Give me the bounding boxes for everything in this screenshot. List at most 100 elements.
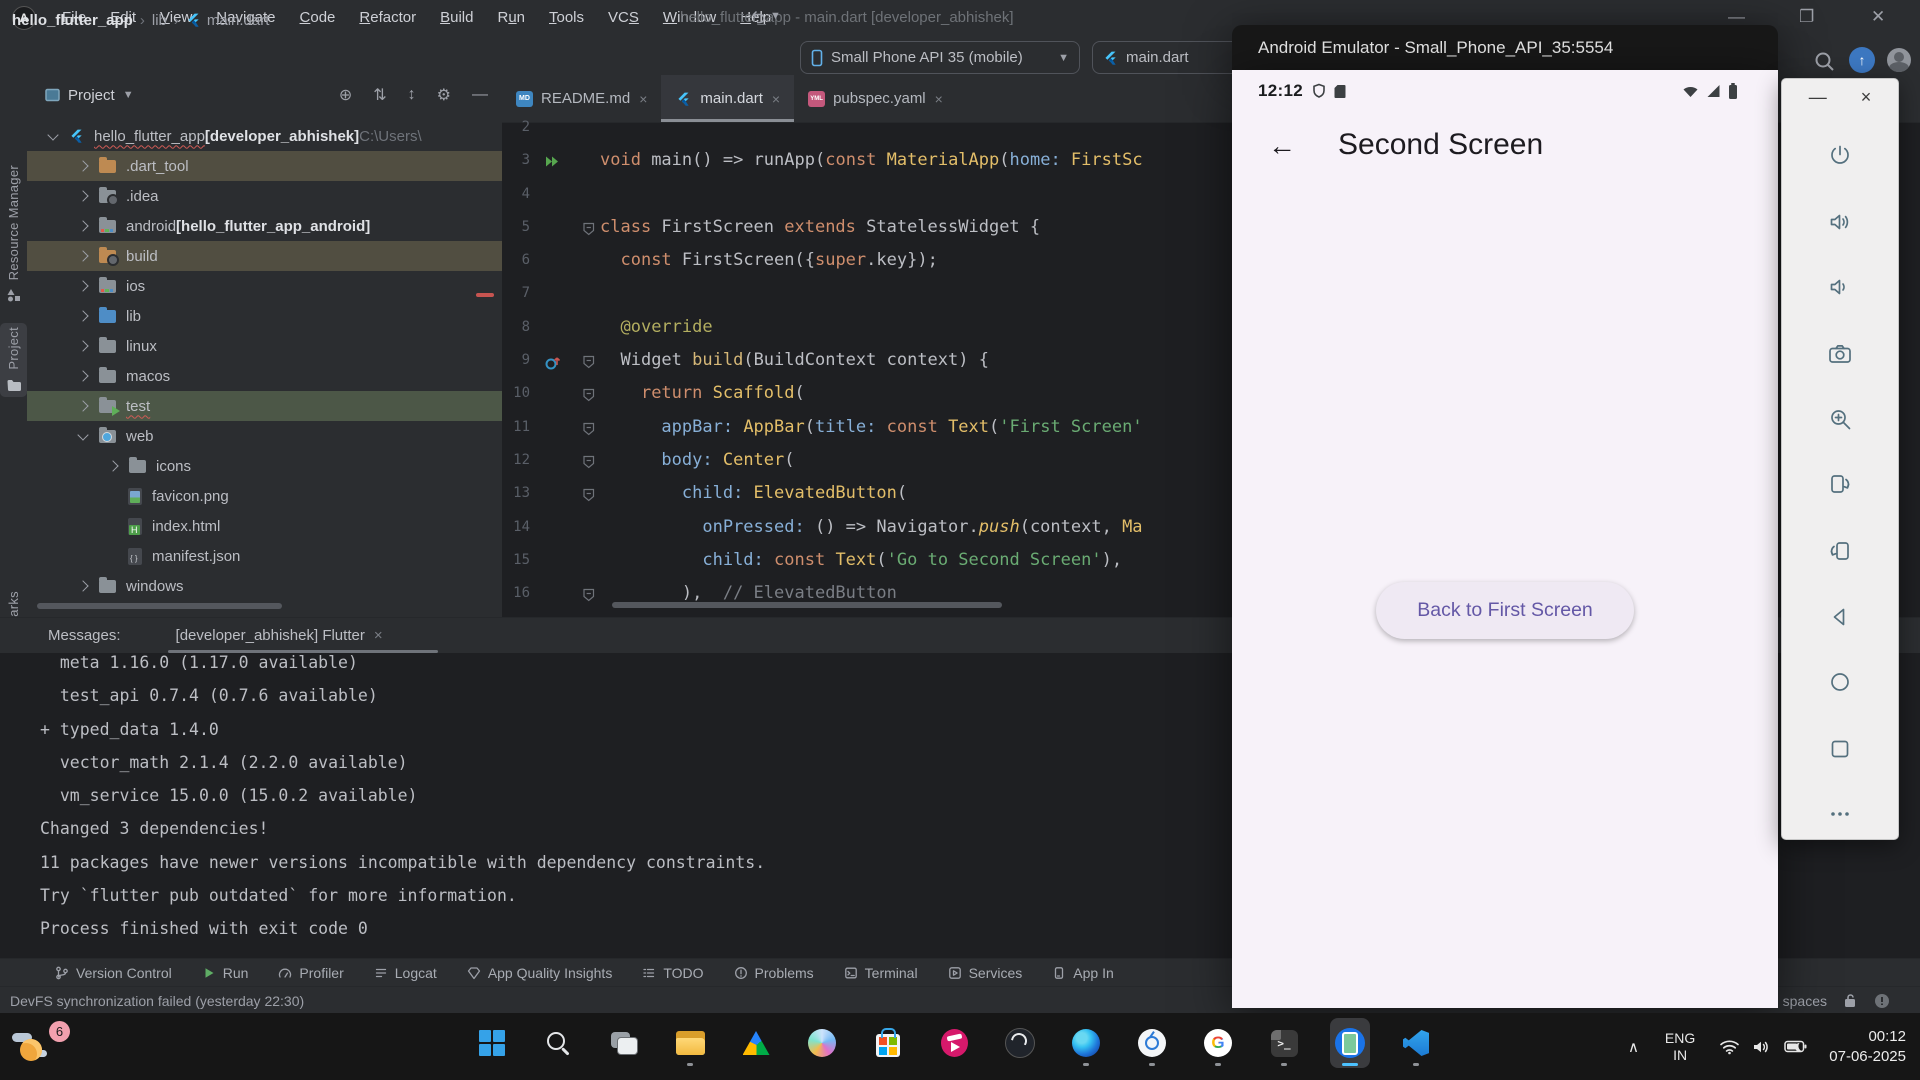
tool-window-services[interactable]: Services <box>948 965 1022 981</box>
tree-item-build[interactable]: build <box>27 241 502 271</box>
volume-tray-icon[interactable] <box>1752 1039 1772 1055</box>
power-icon[interactable] <box>1827 143 1853 169</box>
tool-window-app-in[interactable]: App In <box>1052 965 1114 981</box>
chevron-right-icon[interactable] <box>77 190 89 202</box>
tree-item-ios[interactable]: ios <box>27 271 502 301</box>
taskbar-start[interactable] <box>472 1018 512 1068</box>
taskbar-file-explorer[interactable] <box>670 1018 710 1068</box>
tree-item-icons[interactable]: icons <box>27 451 502 481</box>
chevron-right-icon[interactable] <box>77 280 89 292</box>
taskbar-widgets-button[interactable]: 6 <box>12 1021 70 1073</box>
menu-refactor[interactable]: Refactor <box>347 9 428 26</box>
taskbar-clipchamp[interactable] <box>934 1018 974 1068</box>
hidden-icons-chevron[interactable]: ∧ <box>1628 1038 1639 1056</box>
zoom-in-icon[interactable] <box>1827 406 1853 432</box>
taskbar-search[interactable] <box>538 1018 578 1068</box>
tree-item-lib[interactable]: lib <box>27 301 502 331</box>
menu-vcs[interactable]: VCS <box>596 9 651 26</box>
taskbar-copilot[interactable] <box>802 1018 842 1068</box>
project-panel-title[interactable]: Project <box>68 87 115 104</box>
tree-item-macos[interactable]: macos <box>27 361 502 391</box>
sidebar-item-project[interactable]: Project <box>0 323 27 397</box>
taskbar-obs-studio[interactable] <box>1000 1018 1040 1068</box>
sidebar-item-resource-manager[interactable]: Resource Manager <box>0 161 27 307</box>
taskbar-edge[interactable] <box>1066 1018 1106 1068</box>
tool-window-app-quality-insights[interactable]: App Quality Insights <box>467 965 612 981</box>
tree-item-test[interactable]: test <box>27 391 502 421</box>
taskbar-microsoft-store[interactable] <box>868 1018 908 1068</box>
chevron-right-icon[interactable] <box>77 340 89 352</box>
breadcrumb-hello_flutter_app[interactable]: hello_flutter_app <box>12 12 133 29</box>
settings-gear-icon[interactable]: ⚙ <box>437 85 451 105</box>
taskbar-google-chrome[interactable]: G <box>1198 1018 1238 1068</box>
locate-file-icon[interactable]: ⊕ <box>339 85 352 105</box>
taskbar-task-view[interactable] <box>604 1018 644 1068</box>
chevron-right-icon[interactable] <box>107 460 119 472</box>
tree-item-hello_flutter_app[interactable]: hello_flutter_app [developer_abhishek] C… <box>27 121 502 151</box>
menu-tools[interactable]: Tools <box>537 9 596 26</box>
collapse-all-icon[interactable]: ↕ <box>408 86 416 104</box>
fold-icon[interactable] <box>583 355 595 369</box>
taskbar-google-drive[interactable] <box>736 1018 776 1068</box>
back-to-first-screen-button[interactable]: Back to First Screen <box>1376 582 1634 639</box>
tool-window-logcat[interactable]: Logcat <box>374 965 437 981</box>
taskbar-vscode[interactable] <box>1396 1018 1436 1068</box>
fold-icon[interactable] <box>583 422 595 436</box>
wifi-tray-icon[interactable] <box>1719 1038 1740 1055</box>
close-tab-icon[interactable]: × <box>639 91 647 107</box>
toolbar-history-dropdown[interactable]: ▼ <box>750 8 781 24</box>
clock[interactable]: 00:12 07-06-2025 <box>1829 1027 1906 1067</box>
menu-code[interactable]: Code <box>288 9 348 26</box>
chevron-right-icon[interactable] <box>77 160 89 172</box>
tool-window-todo[interactable]: TODO <box>642 965 704 981</box>
tool-window-version-control[interactable]: Version Control <box>55 965 172 981</box>
tool-window-run[interactable]: Run <box>202 965 248 981</box>
override-icon[interactable] <box>544 354 562 371</box>
close-tab-icon[interactable]: × <box>772 91 780 107</box>
emulator-phone-screen[interactable]: 12:12 ← Second Screen Back to First Scre… <box>1232 70 1778 1008</box>
tree-item-index.html[interactable]: index.html <box>27 511 502 541</box>
camera-icon[interactable] <box>1827 341 1853 367</box>
rotate-right-icon[interactable] <box>1827 538 1853 564</box>
overview-icon[interactable] <box>1827 736 1853 762</box>
tree-item-web[interactable]: web <box>27 421 502 451</box>
tree-item-manifest.json[interactable]: manifest.json <box>27 541 502 571</box>
run-line-icon[interactable] <box>544 154 561 169</box>
emulator-minimize-button[interactable]: — <box>1809 87 1827 108</box>
home-icon[interactable] <box>1827 669 1853 695</box>
emulator-title-bar[interactable]: Android Emulator - Small_Phone_API_35:55… <box>1232 25 1778 70</box>
chevron-right-icon[interactable] <box>77 310 89 322</box>
expand-all-icon[interactable]: ⇅ <box>373 85 386 105</box>
battery-tray-icon[interactable] <box>1784 1039 1807 1054</box>
chevron-right-icon[interactable] <box>77 370 89 382</box>
back-arrow-icon[interactable]: ← <box>1268 130 1296 162</box>
chevron-down-icon[interactable]: ▼ <box>123 89 134 101</box>
tree-item-.idea[interactable]: .idea <box>27 181 502 211</box>
taskbar-terminal[interactable]: >_ <box>1264 1018 1304 1068</box>
language-indicator[interactable]: ENG IN <box>1665 1030 1695 1064</box>
chevron-right-icon[interactable] <box>77 400 89 412</box>
fold-icon[interactable] <box>583 455 595 469</box>
volume-down-icon[interactable] <box>1827 274 1853 300</box>
editor-horizontal-scrollbar[interactable] <box>612 602 1002 608</box>
chevron-right-icon[interactable] <box>77 250 89 262</box>
breadcrumb-main.dart[interactable]: main.dart <box>207 12 270 29</box>
chevron-down-icon[interactable] <box>47 128 59 141</box>
taskbar-android-emulator[interactable] <box>1330 1018 1370 1068</box>
menu-run[interactable]: Run <box>485 9 537 26</box>
tree-item-android[interactable]: android [hello_flutter_app_android] <box>27 211 502 241</box>
tree-item-.dart_tool[interactable]: .dart_tool <box>27 151 502 181</box>
emulator-close-button[interactable]: × <box>1861 87 1872 108</box>
hide-panel-icon[interactable]: — <box>472 86 488 104</box>
rotate-left-icon[interactable] <box>1827 471 1853 497</box>
back-icon[interactable] <box>1827 604 1853 630</box>
close-tab-icon[interactable]: × <box>935 91 943 107</box>
fold-icon[interactable] <box>583 388 595 402</box>
more-icon[interactable] <box>1827 801 1853 827</box>
tool-window-terminal[interactable]: Terminal <box>844 965 918 981</box>
tree-item-favicon.png[interactable]: favicon.png <box>27 481 502 511</box>
menu-build[interactable]: Build <box>428 9 485 26</box>
messages-tab[interactable]: [developer_abhishek] Flutter × <box>167 618 438 653</box>
tree-item-linux[interactable]: linux <box>27 331 502 361</box>
tool-window-problems[interactable]: Problems <box>734 965 814 981</box>
